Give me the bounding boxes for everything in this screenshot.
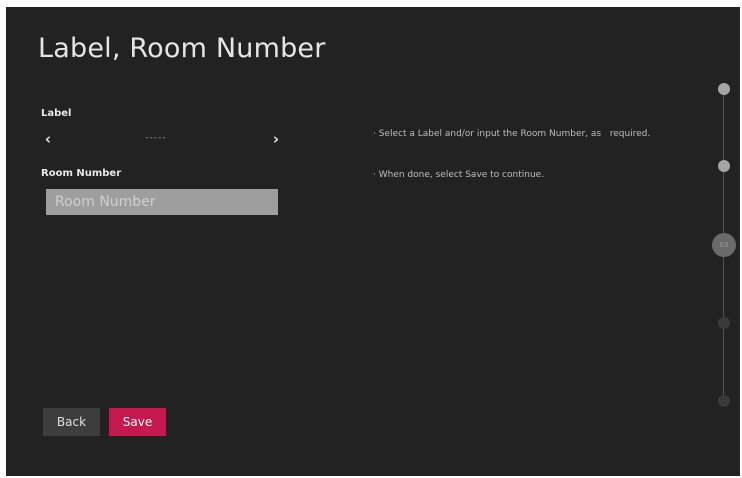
chevron-right-icon[interactable]: › <box>269 131 283 147</box>
label-caption: Label <box>41 108 72 119</box>
chevron-left-icon[interactable]: ‹ <box>41 131 55 147</box>
back-button[interactable]: Back <box>43 408 100 436</box>
label-selector[interactable]: ‹ ----- › <box>41 129 281 151</box>
step-dot-5 <box>718 395 730 407</box>
help-text-save: · When done, select Save to continue. <box>373 170 545 180</box>
room-number-input[interactable] <box>46 189 278 215</box>
label-value: ----- <box>145 133 167 143</box>
step-dot-current: 03 <box>712 233 736 257</box>
step-dot-2 <box>718 160 730 172</box>
help-text-select-label: · Select a Label and/or input the Room N… <box>373 129 651 139</box>
page-title: Label, Room Number <box>38 33 326 64</box>
step-dot-4 <box>718 317 730 329</box>
setup-screen: Label, Room Number Label ‹ ----- › Room … <box>6 7 740 476</box>
step-dot-1 <box>718 83 730 95</box>
save-button[interactable]: Save <box>109 408 166 436</box>
room-number-caption: Room Number <box>41 168 122 179</box>
